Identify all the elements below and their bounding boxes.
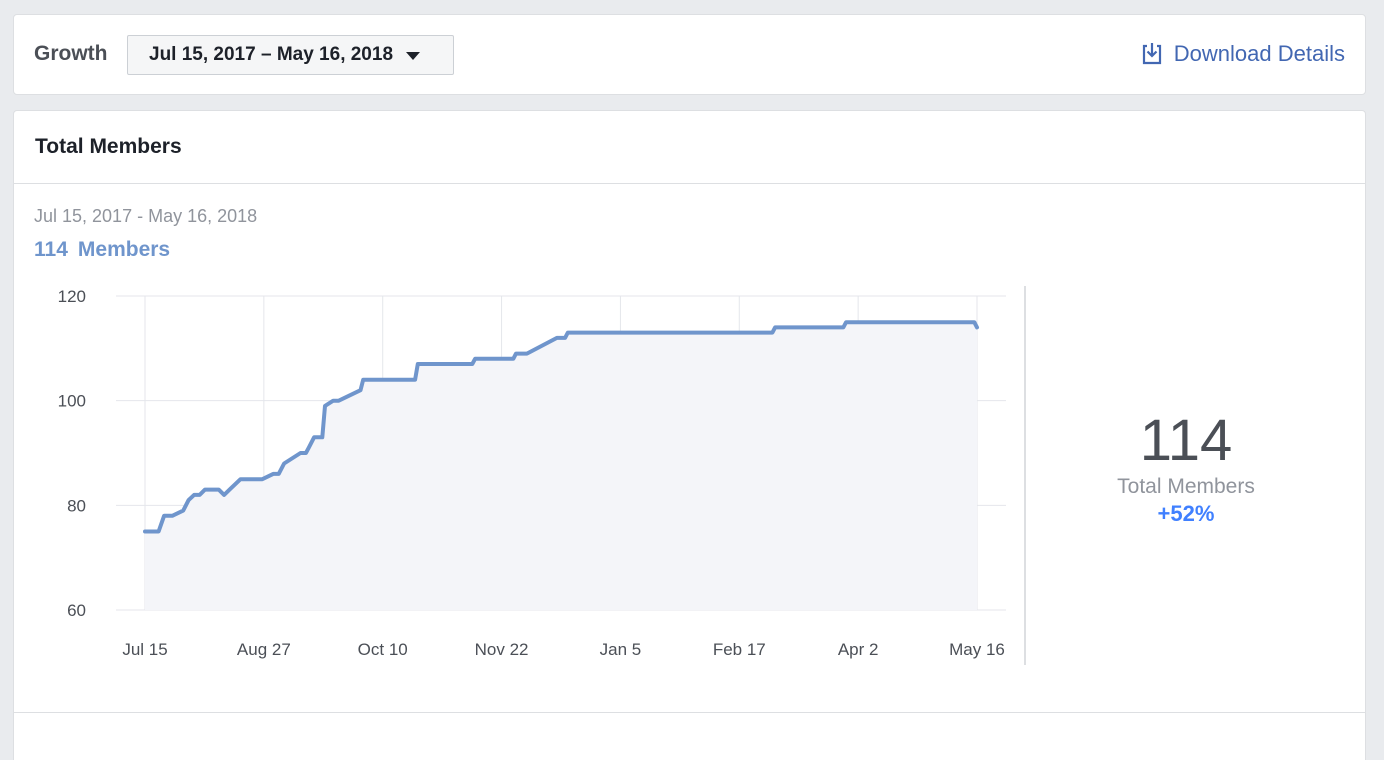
caret-down-icon xyxy=(406,52,421,60)
y-tick-label: 100 xyxy=(58,392,86,411)
growth-title: Growth xyxy=(34,42,108,65)
section-divider xyxy=(14,712,1365,713)
download-details-label: Download Details xyxy=(1173,41,1345,66)
x-tick-label: Feb 17 xyxy=(713,640,766,659)
download-icon xyxy=(1142,43,1161,65)
area-fill xyxy=(145,322,977,610)
y-tick-label: 60 xyxy=(67,601,86,620)
summary-label: Total Members xyxy=(1117,475,1255,498)
y-tick-label: 80 xyxy=(67,496,86,515)
x-tick-label: Jul 15 xyxy=(122,640,167,659)
x-tick-label: Apr 2 xyxy=(838,640,879,659)
x-tick-label: Jan 5 xyxy=(600,640,642,659)
summary-value: 114 xyxy=(1139,408,1233,473)
date-range-value: Jul 15, 2017 – May 16, 2018 xyxy=(149,44,394,65)
date-range-dropdown[interactable]: Jul 15, 2017 – May 16, 2018 xyxy=(127,35,454,75)
total-members-card: Total Members Jul 15, 2017 - May 16, 201… xyxy=(13,110,1366,760)
summary-change: +52% xyxy=(1157,501,1215,526)
members-chart: 60 80 100 120 Jul 15 Aug 27 Oct 10 Nov 22 Jan 5… xyxy=(58,287,1006,659)
download-details-link[interactable]: Download Details xyxy=(1141,41,1345,67)
x-tick-label: May 16 xyxy=(949,640,1005,659)
x-tick-label: Oct 10 xyxy=(358,640,408,659)
x-tick-label: Nov 22 xyxy=(475,640,529,659)
summary-panel: 114 Total Members +52% xyxy=(1054,411,1318,527)
x-tick-label: Aug 27 xyxy=(237,640,291,659)
chart-divider xyxy=(1024,286,1026,665)
y-tick-label: 120 xyxy=(58,287,86,306)
toolbar: Growth Jul 15, 2017 – May 16, 2018 Downl… xyxy=(13,14,1366,95)
